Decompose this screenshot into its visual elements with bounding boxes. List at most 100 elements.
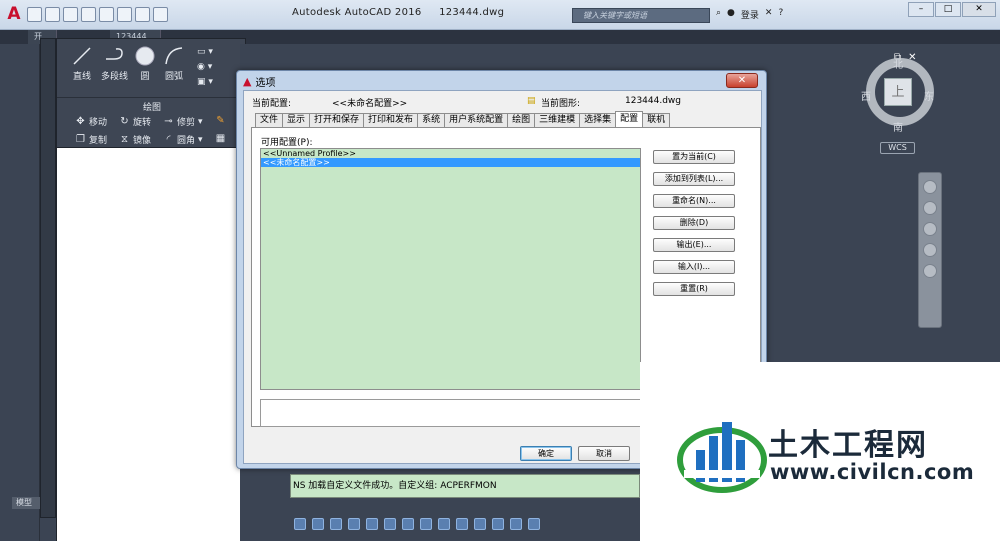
close-button[interactable]: ✕ [962,2,996,17]
civilcn-logo-icon [677,422,767,493]
chevron-down-icon[interactable]: ▾ [198,117,203,127]
navigation-bar [918,172,942,328]
lineweight-icon[interactable] [402,517,414,530]
trim-tool-label: 修剪 [177,118,196,128]
import-button[interactable]: 输入(I)... [653,260,735,274]
command-line[interactable]: NS 加载自定义文件成功。自定义组: ACPERFMON [290,474,640,498]
draw-panel-label[interactable]: 绘图 [57,97,247,113]
customize-toolbar-icon[interactable] [153,6,168,22]
tab-profiles[interactable]: 配置 [615,111,644,127]
showmotion-icon[interactable] [923,264,937,278]
help-icon[interactable]: ? [778,8,783,21]
redo-icon[interactable] [135,6,150,22]
polar-icon[interactable] [348,517,360,530]
save-icon[interactable] [63,6,78,22]
search-input[interactable]: 键入关键字或短语 [572,8,710,23]
login-area[interactable]: ⌕ ● 登录 ✕ ? [716,8,783,21]
mirror-tool[interactable]: ⧖ 镜像 [119,133,151,146]
binoculars-icon[interactable]: ⌕ [716,8,721,21]
dialog-title: 选项 [255,78,276,89]
tool-palette-strip[interactable] [40,38,56,518]
ortho-icon[interactable] [330,517,342,530]
dialog-button-row: 确定 取消 [520,446,630,461]
tab-system[interactable]: 系统 [417,113,446,127]
compass-west[interactable]: 西 [861,88,871,103]
ucs-icon[interactable] [474,517,486,530]
save-as-icon[interactable] [81,6,96,22]
snap-icon[interactable] [312,517,324,530]
trim-tool[interactable]: ⊸ 修剪 ▾ [163,115,203,128]
pencil-tool[interactable]: ✎ [215,115,226,126]
tab-user-preferences[interactable]: 用户系统配置 [444,113,509,127]
orbit-icon[interactable] [923,243,937,257]
wcs-dropdown[interactable]: WCS [880,142,915,154]
tab-online[interactable]: 联机 [642,113,671,127]
arc-icon [165,47,183,65]
drawing-file-icon: ▤ [527,96,536,106]
mirror-tool-label: 镜像 [133,136,152,146]
export-button[interactable]: 输出(E)... [653,238,735,252]
polyline-tool[interactable]: 多段线 [101,45,128,82]
exchange-icon[interactable]: ✕ [765,8,773,21]
open-file-icon[interactable] [45,6,60,22]
pan-icon[interactable] [923,201,937,215]
dialog-close-button[interactable]: ✕ [726,73,758,88]
otrack-icon[interactable] [384,517,396,530]
workspace-icon[interactable] [510,517,522,530]
tab-display[interactable]: 显示 [282,113,311,127]
line-tool[interactable]: 直线 [71,45,93,82]
reset-button[interactable]: 重置(R) [653,282,735,296]
tab-selection[interactable]: 选择集 [579,113,617,127]
model-tab[interactable]: 模型 [12,497,40,509]
chevron-down-icon[interactable]: ▾ [198,135,203,145]
copy-tool[interactable]: ❐ 复制 [75,133,107,146]
copy-tool-label: 复制 [89,136,108,146]
settings-icon[interactable] [528,517,540,530]
undo-icon[interactable] [117,6,132,22]
delete-button[interactable]: 删除(D) [653,216,735,230]
compass-north[interactable]: 北 [893,56,903,71]
move-tool-label: 移动 [89,118,108,128]
move-tool[interactable]: ✥ 移动 [75,115,107,128]
circle-tool[interactable]: 圆 [134,45,156,82]
add-to-list-button[interactable]: 添加到列表(L)... [653,172,735,186]
autocad-logo-icon[interactable]: A [4,5,24,23]
login-label[interactable]: 登录 [741,8,759,21]
annotation-icon[interactable] [492,517,504,530]
arc-tool[interactable]: 圆弧 [163,45,185,82]
set-current-button[interactable]: 置为当前(C) [653,150,735,164]
profiles-list[interactable]: <<Unnamed Profile>> <<未命名配置>> [260,148,641,390]
tab-3d-modeling[interactable]: 三维建模 [534,113,581,127]
list-item[interactable]: <<未命名配置>> [261,158,640,167]
minimize-button[interactable]: – [908,2,934,17]
tab-files[interactable]: 文件 [255,113,284,127]
new-file-icon[interactable] [27,6,42,22]
3d-osnap-icon[interactable] [456,517,468,530]
tab-drafting[interactable]: 绘图 [507,113,536,127]
viewcube-top-face[interactable]: 上 [884,78,912,106]
zoom-icon[interactable] [923,222,937,236]
left-palette-strip [0,44,40,541]
ok-button[interactable]: 确定 [520,446,572,461]
maximize-button[interactable]: □ [935,2,961,17]
list-item[interactable]: <<Unnamed Profile>> [261,149,640,158]
cancel-button[interactable]: 取消 [578,446,630,461]
transparency-icon[interactable] [420,517,432,530]
dialog-titlebar[interactable]: ▲ 选项 [243,74,275,89]
trim-icon: ⊸ [164,116,173,127]
rotate-tool[interactable]: ↻ 旋转 [119,115,151,128]
drawing-canvas-left[interactable] [56,148,240,541]
tab-plot-publish[interactable]: 打印和发布 [363,113,419,127]
compass-east[interactable]: 东 [924,88,934,103]
steering-wheel-icon[interactable] [923,180,937,194]
print-icon[interactable] [99,6,114,22]
rename-button[interactable]: 重命名(N)... [653,194,735,208]
fillet-tool[interactable]: ◜ 圆角 ▾ [163,133,203,146]
compass-south[interactable]: 南 [893,119,903,134]
tab-open-save[interactable]: 打开和保存 [309,113,365,127]
draw-dropdowns[interactable]: ▭ ▾ ◉ ▾ ▣ ▾ [197,45,213,90]
grid-icon[interactable] [294,517,306,530]
selection-cycling-icon[interactable] [438,517,450,530]
array-tool[interactable]: ▦ [215,133,226,144]
osnap-icon[interactable] [366,517,378,530]
